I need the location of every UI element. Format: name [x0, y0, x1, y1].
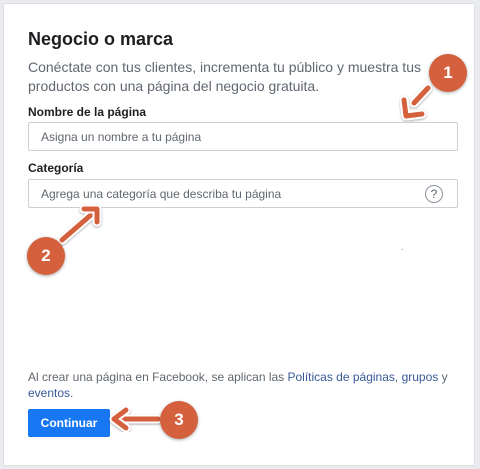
page-name-label: Nombre de la página: [28, 105, 147, 119]
page-description: Conéctate con tus clientes, incrementa t…: [28, 59, 421, 94]
page-name-input[interactable]: [28, 122, 458, 151]
continue-button[interactable]: Continuar: [28, 409, 110, 437]
legal-separator: ,: [394, 370, 402, 384]
annotation-badge-1: 1: [429, 54, 467, 92]
legal-conjunction: y: [438, 370, 448, 384]
pages-policy-link[interactable]: Políticas de páginas: [288, 370, 395, 384]
help-icon[interactable]: ?: [425, 185, 443, 203]
annotation-badge-3: 3: [160, 401, 198, 439]
events-link[interactable]: eventos: [28, 386, 70, 400]
create-page-card: Negocio o marca Conéctate con tus client…: [3, 3, 475, 466]
legal-text: Al crear una página en Facebook, se apli…: [28, 369, 458, 401]
annotation-badge-2: 2: [27, 237, 65, 275]
legal-suffix: .: [70, 386, 74, 400]
page-title: Negocio o marca: [28, 29, 174, 49]
divider-dot: [402, 249, 403, 250]
category-label: Categoría: [28, 161, 84, 175]
groups-link[interactable]: grupos: [402, 370, 439, 384]
legal-prefix: Al crear una página en Facebook, se apli…: [28, 370, 288, 384]
category-input[interactable]: [28, 179, 458, 208]
